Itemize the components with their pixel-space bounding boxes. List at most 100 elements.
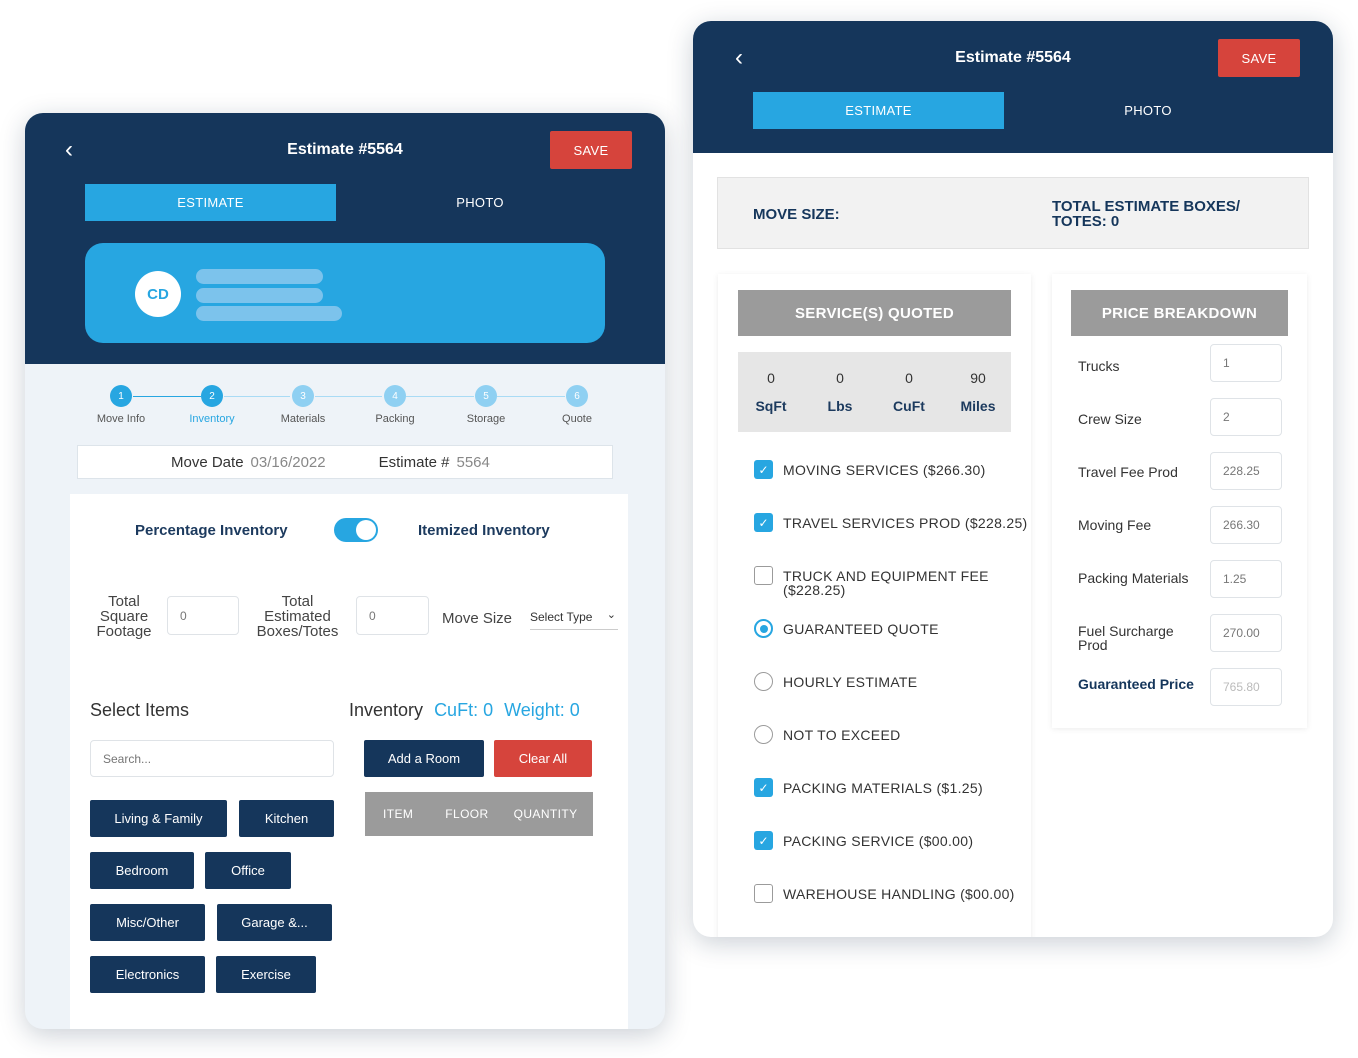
step-number: 6 (566, 385, 588, 407)
price-value-fuel-surcharge[interactable]: 270.00 (1210, 614, 1282, 652)
price-label-moving-fee: Moving Fee (1078, 517, 1152, 533)
tab-estimate[interactable]: ESTIMATE (85, 184, 336, 221)
room-living-family-button[interactable]: Living & Family (90, 800, 227, 837)
move-size-label: Move Size (442, 610, 513, 627)
price-label-fuel-surcharge: Fuel Surcharge Prod (1078, 623, 1174, 653)
customer-profile-card[interactable]: CD (85, 243, 605, 343)
inventory-label: Inventory (349, 700, 424, 720)
option-travel-services[interactable]: ✓ TRAVEL SERVICES PROD ($228.25) (754, 513, 1028, 532)
price-value-moving-fee[interactable]: 266.30 (1210, 506, 1282, 544)
stat-miles: 90 Miles (948, 370, 1008, 414)
move-stats: 0 SqFt 0 Lbs 0 CuFt 90 Miles (738, 352, 1011, 432)
room-garage-button[interactable]: Garage &... (217, 904, 332, 941)
stat-cuft: 0 CuFt (879, 370, 939, 414)
step-label: Inventory (189, 413, 235, 425)
price-label-travel-fee: Travel Fee Prod (1078, 464, 1178, 480)
move-summary-bar: MOVE SIZE: TOTAL ESTIMATE BOXES/ TOTES: … (717, 177, 1309, 249)
step-inventory[interactable]: 2 Inventory (164, 385, 260, 425)
right-estimate-card: ‹ Estimate #5564 SAVE ESTIMATE PHOTO MOV… (693, 21, 1333, 937)
room-office-button[interactable]: Office (205, 852, 291, 889)
tab-photo[interactable]: PHOTO (1023, 92, 1273, 129)
clear-all-button[interactable]: Clear All (494, 740, 592, 777)
left-header: ‹ Estimate #5564 SAVE ESTIMATE PHOTO CD (25, 113, 665, 364)
room-misc-other-button[interactable]: Misc/Other (90, 904, 205, 941)
stat-value: 0 (767, 370, 775, 386)
estimate-number-value: 5564 (456, 453, 490, 471)
step-label: Storage (466, 413, 506, 425)
option-packing-materials[interactable]: ✓ PACKING MATERIALS ($1.25) (754, 778, 983, 797)
stat-value: 0 (905, 370, 913, 386)
price-value-trucks[interactable]: 1 (1210, 344, 1282, 382)
stat-value: 90 (970, 370, 986, 386)
save-button[interactable]: SAVE (1218, 39, 1300, 77)
move-size-select[interactable]: Select Type ⌄ (530, 609, 618, 630)
price-value-packing-materials[interactable]: 1.25 (1210, 560, 1282, 598)
step-label: Materials (280, 413, 326, 425)
step-materials[interactable]: 3 Materials (255, 385, 351, 425)
placeholder-line (196, 288, 323, 303)
option-label: NOT TO EXCEED (783, 727, 901, 743)
checkbox-checked-icon[interactable]: ✓ (754, 778, 773, 797)
price-value-travel-fee[interactable]: 228.25 (1210, 452, 1282, 490)
save-button[interactable]: SAVE (550, 131, 632, 169)
price-label-trucks: Trucks (1078, 358, 1120, 374)
price-breakdown-panel: PRICE BREAKDOWN Trucks 1 Crew Size 2 Tra… (1052, 274, 1307, 728)
step-storage[interactable]: 5 Storage (438, 385, 534, 425)
stat-unit: Miles (960, 398, 996, 414)
square-footage-input[interactable]: 0 (167, 596, 239, 635)
estimate-number-label: Estimate # (378, 453, 450, 471)
search-input[interactable] (90, 740, 334, 777)
stat-unit: Lbs (827, 398, 853, 414)
avatar: CD (135, 271, 181, 317)
price-label-packing-materials: Packing Materials (1078, 570, 1189, 586)
option-moving-services[interactable]: ✓ MOVING SERVICES ($266.30) (754, 460, 986, 479)
step-number: 3 (292, 385, 314, 407)
room-electronics-button[interactable]: Electronics (90, 956, 205, 993)
step-move-info[interactable]: 1 Move Info (73, 385, 169, 425)
option-warehouse-handling[interactable]: WAREHOUSE HANDLING ($00.00) (754, 884, 1015, 903)
room-kitchen-button[interactable]: Kitchen (239, 800, 334, 837)
inventory-mode-toggle[interactable] (334, 518, 378, 542)
option-label: HOURLY ESTIMATE (783, 674, 918, 690)
radio-unselected-icon[interactable] (754, 725, 773, 744)
radio-selected-icon[interactable] (754, 619, 773, 638)
radio-unselected-icon[interactable] (754, 672, 773, 691)
move-size-label: MOVE SIZE: (753, 206, 840, 223)
tab-estimate[interactable]: ESTIMATE (753, 92, 1004, 129)
move-date-label: Move Date (171, 453, 244, 471)
price-value-crew-size[interactable]: 2 (1210, 398, 1282, 436)
inventory-cuft: CuFt: 0 (434, 700, 494, 720)
inventory-weight: Weight: 0 (504, 700, 580, 720)
estimated-boxes-input[interactable]: 0 (356, 596, 429, 635)
tab-photo[interactable]: PHOTO (355, 184, 605, 221)
option-label: PACKING MATERIALS ($1.25) (783, 780, 983, 796)
option-label: PACKING SERVICE ($00.00) (783, 833, 974, 849)
option-guaranteed-quote[interactable]: GUARANTEED QUOTE (754, 619, 939, 638)
total-boxes-line2: TOTES: 0 (1052, 213, 1120, 230)
checkbox-checked-icon[interactable]: ✓ (754, 513, 773, 532)
option-label: WAREHOUSE HANDLING ($00.00) (783, 886, 1015, 902)
placeholder-line (196, 306, 342, 321)
option-not-to-exceed[interactable]: NOT TO EXCEED (754, 725, 901, 744)
checkbox-checked-icon[interactable]: ✓ (754, 831, 773, 850)
option-truck-equipment-fee[interactable]: TRUCK AND EQUIPMENT FEE ($228.25) (754, 566, 1003, 597)
checkbox-unchecked-icon[interactable] (754, 566, 773, 585)
stat-unit: SqFt (755, 398, 787, 414)
step-label: Packing (375, 413, 415, 425)
placeholder-line (196, 269, 323, 284)
left-estimate-card: ‹ Estimate #5564 SAVE ESTIMATE PHOTO CD … (25, 113, 665, 1029)
price-breakdown-header: PRICE BREAKDOWN (1071, 290, 1288, 336)
option-hourly-estimate[interactable]: HOURLY ESTIMATE (754, 672, 917, 691)
option-packing-service[interactable]: ✓ PACKING SERVICE ($00.00) (754, 831, 973, 850)
step-quote[interactable]: 6 Quote (529, 385, 625, 425)
total-estimated-boxes-label: Total Estimated Boxes/Totes (256, 593, 339, 640)
stat-sqft: 0 SqFt (741, 370, 801, 414)
checkbox-unchecked-icon[interactable] (754, 884, 773, 903)
step-packing[interactable]: 4 Packing (347, 385, 443, 425)
chevron-down-icon: ⌄ (606, 609, 616, 621)
add-room-button[interactable]: Add a Room (364, 740, 484, 777)
checkbox-checked-icon[interactable]: ✓ (754, 460, 773, 479)
room-bedroom-button[interactable]: Bedroom (90, 852, 194, 889)
room-exercise-button[interactable]: Exercise (216, 956, 316, 993)
option-label: TRUCK AND EQUIPMENT FEE ($228.25) (783, 568, 989, 598)
